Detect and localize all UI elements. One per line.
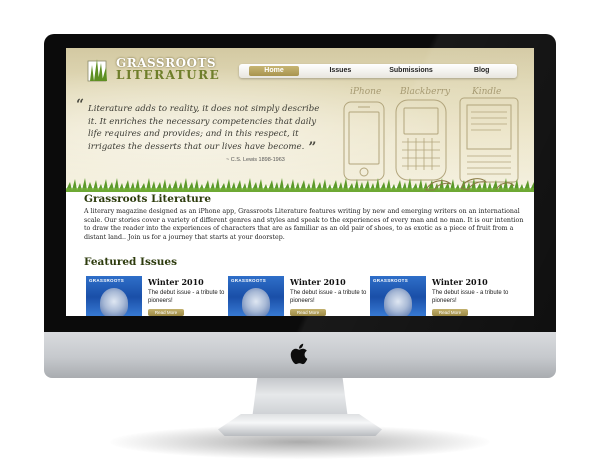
nav-issues[interactable]: Issues [305, 64, 376, 78]
cover-brand: GRASSROOTS [231, 278, 267, 283]
quote-text: Literature adds to reality, it does not … [88, 104, 320, 152]
quote-open-icon: “ [76, 97, 85, 113]
issue-cover[interactable]: GRASSROOTS [86, 276, 142, 316]
logo-line2: LITERATURE [116, 68, 221, 82]
issue-cover[interactable]: GRASSROOTS [228, 276, 284, 316]
read-more-button[interactable]: Read More [290, 309, 326, 316]
cover-brand: GRASSROOTS [373, 278, 409, 283]
page-title: Grassroots Literature [84, 193, 212, 205]
grass-logo-icon [87, 59, 107, 82]
intro-section: Grassroots Literature A literary magazin… [84, 193, 524, 242]
site-logo[interactable]: GRASSROOTS LITERATURE [86, 55, 220, 83]
issue-description: The debut issue - a tribute to pioneers! [290, 290, 367, 304]
nav-submissions[interactable]: Submissions [376, 64, 447, 78]
device-label-iphone: iPhone [350, 87, 381, 97]
nav-home[interactable]: Home [249, 66, 299, 76]
intro-paragraph: A literary magazine designed as an iPhon… [84, 208, 524, 241]
quote-attribution: ~ C.S. Lewis 1898-1963 [226, 157, 285, 163]
issue-card: GRASSROOTS Winter 2010 The debut issue -… [86, 276, 226, 316]
monitor-stand-base [218, 414, 382, 436]
issue-title[interactable]: Winter 2010 [432, 277, 488, 287]
apple-logo-icon [290, 343, 308, 365]
read-more-button[interactable]: Read More [148, 309, 184, 316]
issue-title[interactable]: Winter 2010 [290, 277, 346, 287]
cover-portrait [242, 288, 270, 316]
issue-description: The debut issue - a tribute to pioneers! [148, 290, 225, 304]
website-screen: GRASSROOTS LITERATURE Home Issues Submis… [66, 48, 534, 316]
featured-issues-heading: Featured Issues [84, 256, 178, 268]
read-more-button[interactable]: Read More [432, 309, 468, 316]
issue-card: GRASSROOTS Winter 2010 The debut issue -… [370, 276, 510, 316]
cover-brand: GRASSROOTS [89, 278, 125, 283]
cover-portrait [100, 288, 128, 316]
header-quote: “ Literature adds to reality, it does no… [76, 98, 328, 156]
issue-card: GRASSROOTS Winter 2010 The debut issue -… [228, 276, 368, 316]
issue-description: The debut issue - a tribute to pioneers! [432, 290, 509, 304]
grass-divider [66, 178, 534, 194]
issue-cover[interactable]: GRASSROOTS [370, 276, 426, 316]
issue-title[interactable]: Winter 2010 [148, 277, 204, 287]
device-label-kindle: Kindle [471, 87, 501, 97]
quote-close-icon: ” [308, 139, 317, 156]
featured-issues-list: GRASSROOTS Winter 2010 The debut issue -… [86, 276, 526, 316]
main-nav: Home Issues Submissions Blog [239, 64, 517, 78]
site-header: GRASSROOTS LITERATURE Home Issues Submis… [66, 48, 534, 188]
device-sketches: iPhone Blackberry Kindle [343, 87, 519, 183]
monitor-stand [252, 375, 348, 419]
device-label-blackberry: Blackberry [399, 87, 451, 97]
cover-portrait [384, 288, 412, 316]
nav-blog[interactable]: Blog [446, 64, 517, 78]
